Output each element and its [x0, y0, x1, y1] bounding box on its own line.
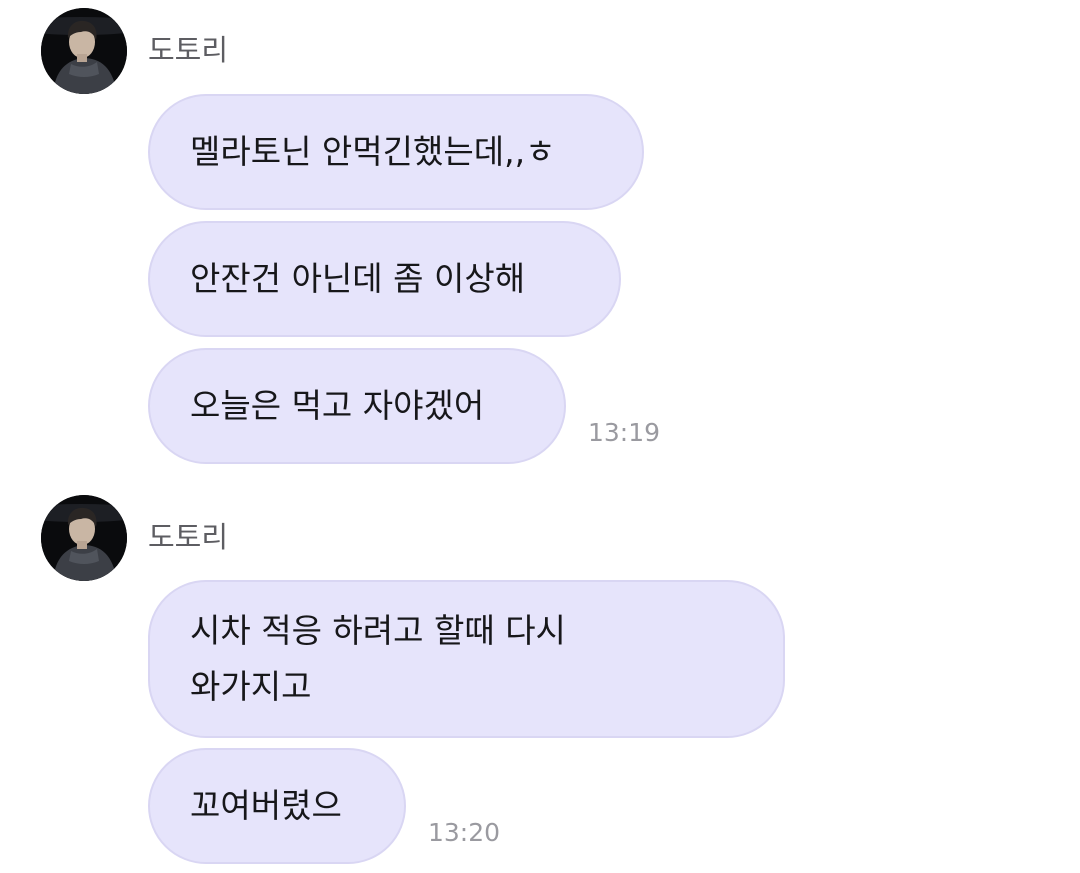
- message-timestamp: 13:19: [588, 418, 661, 447]
- message-bubble[interactable]: 꼬여버렸으: [148, 748, 406, 864]
- profile-avatar[interactable]: [41, 8, 127, 94]
- message-timestamp: 13:20: [428, 818, 501, 847]
- sender-name: 도토리: [148, 520, 229, 554]
- message-bubble[interactable]: 멜라토닌 안먹긴했는데,,ㅎ: [148, 94, 644, 210]
- message-bubble[interactable]: 시차 적응 하려고 할때 다시 와가지고: [148, 580, 785, 738]
- profile-photo-icon: [41, 8, 127, 94]
- profile-photo-icon: [41, 495, 127, 581]
- message-text: 시차 적응 하려고 할때 다시 와가지고: [190, 611, 566, 706]
- message-bubble[interactable]: 안잔건 아닌데 좀 이상해: [148, 221, 621, 337]
- message-text: 오늘은 먹고 자야겠어: [190, 386, 485, 425]
- sender-name: 도토리: [148, 33, 229, 67]
- message-text: 안잔건 아닌데 좀 이상해: [190, 259, 526, 298]
- chat-screen: { "colors": { "bubble_bg": "#e6e4fb", "b…: [0, 0, 1080, 873]
- message-text: 꼬여버렸으: [190, 786, 342, 825]
- message-text: 멜라토닌 안먹긴했는데,,ㅎ: [190, 132, 556, 171]
- message-bubble[interactable]: 오늘은 먹고 자야겠어: [148, 348, 566, 464]
- profile-avatar[interactable]: [41, 495, 127, 581]
